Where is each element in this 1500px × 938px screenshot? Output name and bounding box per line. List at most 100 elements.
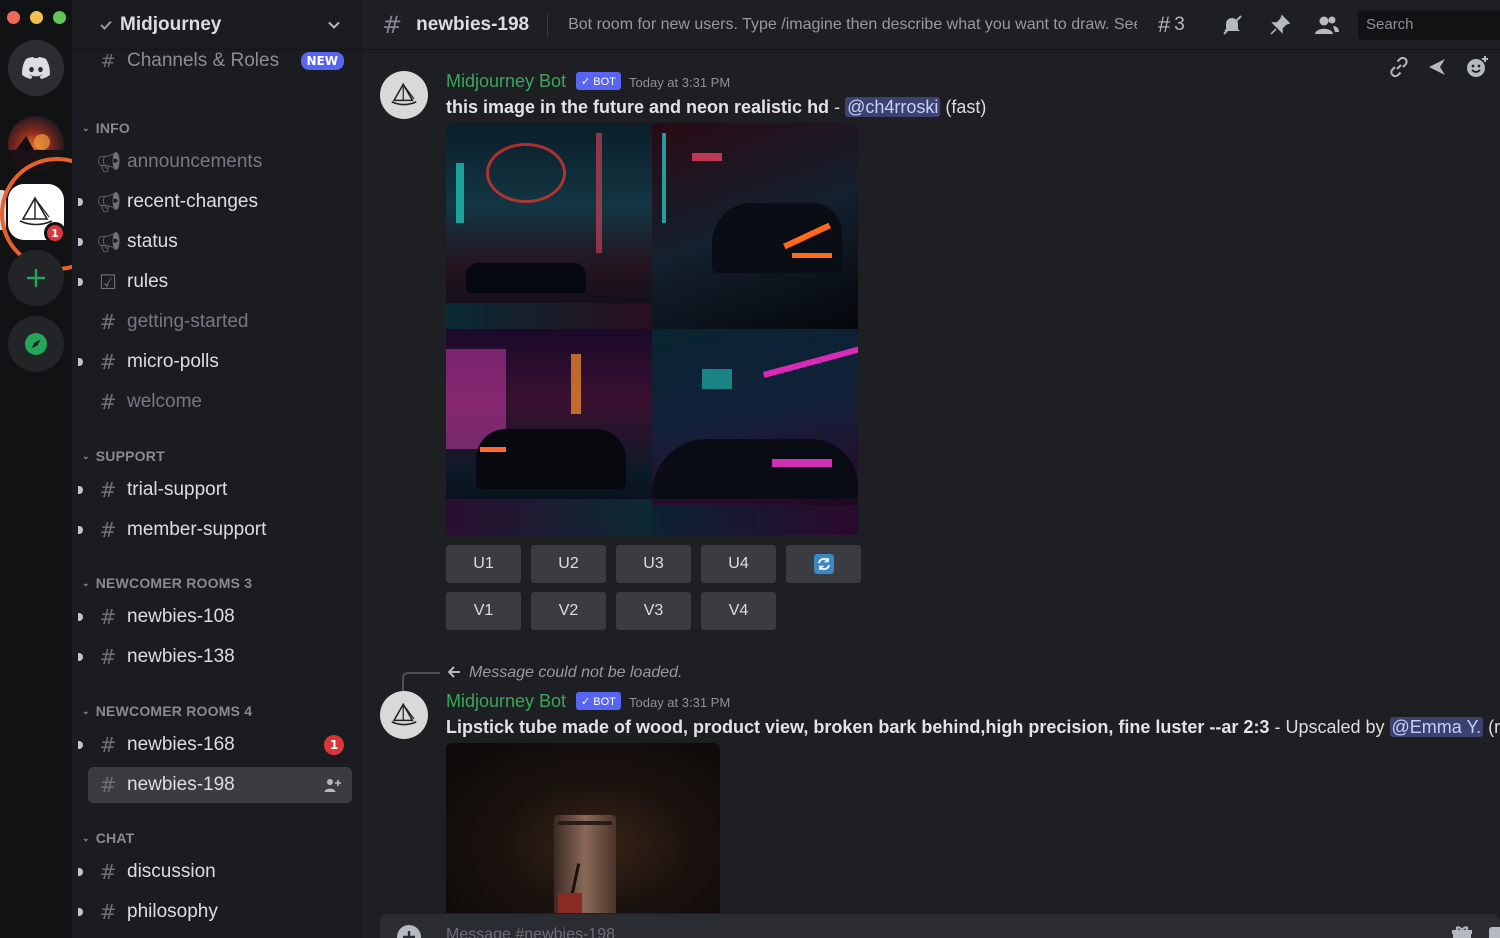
unread-indicator [78, 908, 83, 916]
user-mention[interactable]: @Emma Y. [1389, 717, 1484, 737]
channel-newbies-198[interactable]: # newbies-198 [88, 767, 352, 803]
channel-newbies-168[interactable]: # newbies-168 1 [78, 727, 352, 763]
variation-button-4[interactable]: V4 [701, 592, 776, 630]
unread-indicator [78, 526, 83, 534]
message-composer[interactable]: Message #newbies-198 [380, 914, 1500, 938]
message-author[interactable]: Midjourney Bot [446, 691, 566, 712]
channel-rules[interactable]: ☑ rules [78, 264, 352, 300]
category-newcomer-rooms-3[interactable]: ⌄ NEWCOMER ROOMS 3 [82, 575, 252, 591]
unread-indicator [78, 653, 83, 661]
hash-threads-icon: # [99, 645, 117, 669]
channel-title: newbies-198 [416, 13, 530, 35]
window-zoom-button[interactable] [53, 11, 66, 24]
variation-button-1[interactable]: V1 [446, 592, 521, 630]
variation-button-3[interactable]: V3 [616, 592, 691, 630]
add-reaction-icon[interactable] [1464, 54, 1490, 80]
mode-text: (fast) [940, 97, 987, 117]
discord-home-button[interactable] [8, 40, 64, 96]
chevron-down-icon: ⌄ [82, 450, 90, 461]
mode-text: (rela [1488, 717, 1500, 737]
hash-icon: # [99, 390, 117, 414]
threads-button[interactable]: # 3 [1158, 12, 1185, 38]
notification-mute-icon[interactable] [1220, 13, 1244, 37]
gift-icon[interactable] [1450, 924, 1474, 938]
hash-icon: # [99, 900, 117, 924]
unread-indicator [78, 486, 83, 494]
search-input[interactable]: Search [1358, 10, 1500, 40]
channel-label: announcements [127, 151, 263, 172]
channel-micro-polls[interactable]: # micro-polls [78, 344, 352, 380]
category-newcomer-rooms-4[interactable]: ⌄ NEWCOMER ROOMS 4 [82, 703, 252, 719]
megaphone-icon: 📢︎ [96, 150, 122, 174]
category-info[interactable]: ⌄ INFO [82, 120, 130, 136]
unread-indicator [78, 741, 83, 749]
channel-welcome[interactable]: # welcome [88, 384, 352, 420]
chevron-down-icon [328, 21, 340, 29]
channels-roles-label: Channels & Roles [127, 50, 280, 71]
unread-indicator [78, 868, 83, 876]
upscale-button-4[interactable]: U4 [701, 545, 776, 583]
channel-trial-support[interactable]: # trial-support [78, 472, 352, 508]
reroll-button[interactable] [786, 545, 861, 583]
explore-servers-button[interactable] [8, 316, 64, 372]
generated-image-grid[interactable] [446, 123, 858, 535]
channel-philosophy[interactable]: # philosophy [78, 894, 352, 930]
channel-topic[interactable]: Bot room for new users. Type /imagine th… [547, 12, 1137, 37]
channel-status[interactable]: 📢︎ status [78, 224, 352, 260]
category-label: NEWCOMER ROOMS 4 [95, 703, 253, 719]
channels-roles-item[interactable]: # Channels & Roles NEW [88, 46, 352, 76]
pin-icon[interactable] [1268, 13, 1292, 37]
window-close-button[interactable] [7, 11, 20, 24]
category-chat[interactable]: ⌄ CHAT [82, 830, 134, 846]
server-header[interactable]: Midjourney [72, 0, 362, 50]
channel-recent-changes[interactable]: 📢︎ recent-changes [78, 184, 352, 220]
server-name: Midjourney [120, 13, 222, 35]
category-label: SUPPORT [95, 448, 165, 464]
reply-connector [402, 672, 440, 692]
channel-label: newbies-198 [127, 774, 235, 795]
upscale-button-2[interactable]: U2 [531, 545, 606, 583]
generated-image-1 [446, 123, 652, 329]
bot-badge: ✓ BOT [576, 692, 621, 710]
channel-newbies-138[interactable]: # newbies-138 [78, 639, 352, 675]
server-rail: 1 [0, 0, 114, 938]
category-support[interactable]: ⌄ SUPPORT [82, 448, 165, 464]
upscaled-image[interactable] [446, 743, 720, 913]
message-author[interactable]: Midjourney Bot [446, 71, 566, 92]
variation-button-2[interactable]: V2 [531, 592, 606, 630]
channel-getting-started[interactable]: # getting-started [88, 304, 352, 340]
channel-label: newbies-108 [127, 606, 235, 627]
channel-discussion[interactable]: # discussion [78, 854, 352, 890]
add-server-button[interactable] [8, 250, 64, 306]
member-list-icon[interactable] [1314, 13, 1340, 37]
link-icon[interactable] [1388, 56, 1410, 78]
generated-image-2 [652, 123, 858, 329]
attach-plus-icon[interactable] [396, 924, 422, 938]
generated-image-4 [652, 329, 858, 535]
reply-preview[interactable]: Message could not be loaded. [469, 664, 682, 682]
user-mention[interactable]: @ch4rroski [845, 97, 941, 117]
channel-announcements[interactable]: 📢︎ announcements [88, 144, 352, 180]
message-input[interactable]: Message #newbies-198 [446, 926, 615, 938]
compass-icon [25, 333, 47, 355]
avatar[interactable] [380, 71, 428, 119]
avatar[interactable] [380, 691, 428, 739]
prompt-text: Lipstick tube made of wood, product view… [446, 717, 1270, 737]
new-badge: NEW [300, 52, 344, 70]
threads-icon: # [1158, 12, 1171, 37]
upscale-button-1[interactable]: U1 [446, 545, 521, 583]
plus-icon [26, 268, 46, 288]
hash-icon: # [99, 478, 117, 502]
separator-text: - [829, 97, 846, 117]
rules-checkbox-icon: ☑ [99, 270, 117, 294]
invite-member-icon[interactable] [324, 777, 342, 793]
gif-icon[interactable] [1488, 924, 1500, 938]
channel-label: recent-changes [127, 191, 258, 212]
channels-roles-icon: # [100, 50, 116, 72]
channel-newbies-108[interactable]: # newbies-108 [78, 599, 352, 635]
message-list: Midjourney Bot ✓ BOT Today at 3:31 PM th… [362, 50, 1500, 938]
window-minimize-button[interactable] [30, 11, 43, 24]
upscale-button-3[interactable]: U3 [616, 545, 691, 583]
share-icon[interactable] [1426, 56, 1448, 78]
channel-member-support[interactable]: # member-support [78, 512, 352, 548]
